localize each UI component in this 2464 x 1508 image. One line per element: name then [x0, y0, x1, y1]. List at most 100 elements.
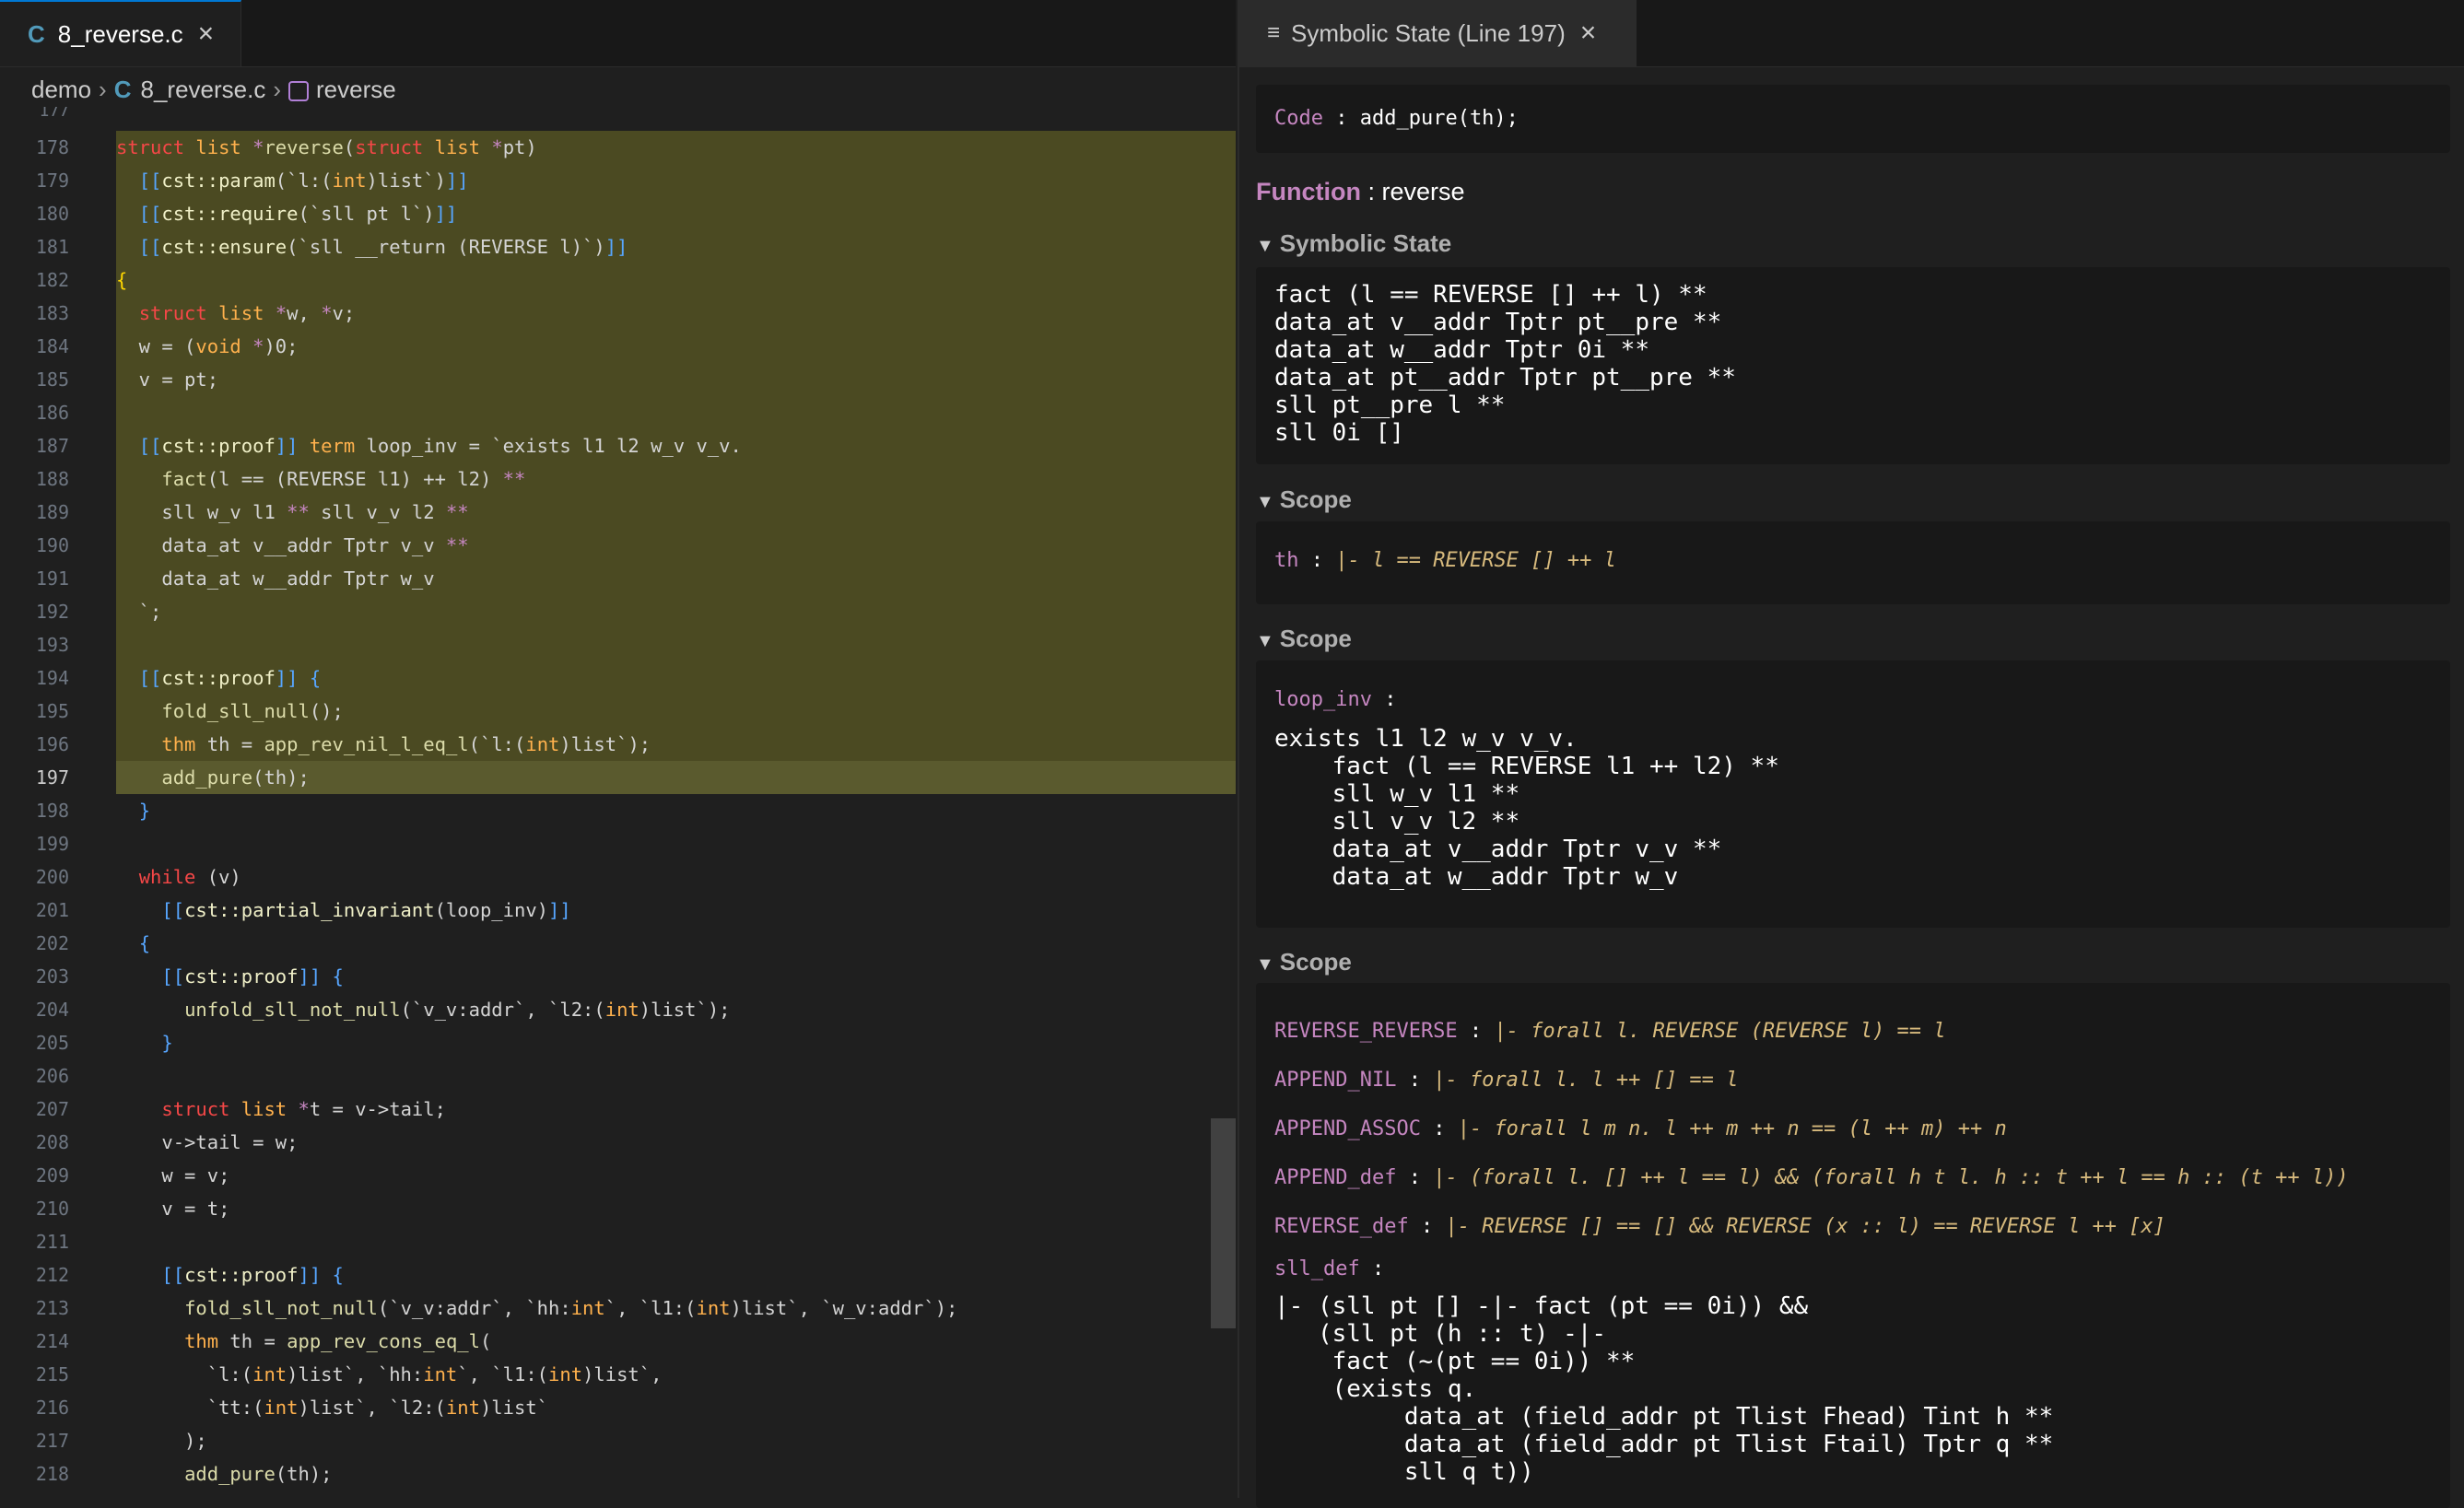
- line-number: 208: [35, 1131, 69, 1153]
- line-number: 183: [35, 302, 69, 324]
- symbolic-state-header[interactable]: ▼ Symbolic State: [1256, 229, 1451, 258]
- breadcrumb-folder[interactable]: demo: [31, 76, 91, 104]
- scope-entry: APPEND_ASSOC : |- forall l m n. l ++ m +…: [1274, 1117, 2007, 1140]
- code-line[interactable]: 195 fold_sll_null();: [0, 695, 1236, 728]
- code-line[interactable]: 218 add_pure(th);: [0, 1457, 1236, 1490]
- scope-entry-value: |- forall l m n. l ++ m ++ n == (l ++ m)…: [1457, 1117, 2007, 1140]
- code-line[interactable]: 207 struct list *t = v->tail;: [0, 1093, 1236, 1126]
- separator: :: [1457, 1020, 1495, 1043]
- code-text: data_at v__addr Tptr v_v **: [116, 534, 469, 556]
- code-line[interactable]: 205 }: [0, 1026, 1236, 1059]
- code-line[interactable]: 193: [0, 628, 1236, 661]
- line-number: 190: [35, 534, 69, 556]
- code-line[interactable]: 204 unfold_sll_not_null(`v_v:addr`, `l2:…: [0, 993, 1236, 1026]
- code-text: }: [161, 1032, 173, 1054]
- code-line[interactable]: 199: [0, 827, 1236, 860]
- code-text: struct list *reverse(struct list *pt): [116, 136, 537, 158]
- code-text: [[cst::proof]] {: [138, 667, 322, 689]
- line-number: 180: [35, 203, 69, 225]
- code-line[interactable]: 191 data_at w__addr Tptr w_v: [0, 562, 1236, 595]
- code-editor[interactable]: 177 178 struct list *reverse(struct list …: [0, 107, 1236, 1498]
- line-number: 194: [35, 667, 69, 689]
- scope-header[interactable]: ▼ Scope: [1256, 948, 1352, 976]
- code-line[interactable]: 185 v = pt;: [0, 363, 1236, 396]
- close-icon[interactable]: ×: [1580, 18, 1597, 49]
- line-number: 217: [35, 1430, 69, 1452]
- line-number: 191: [35, 567, 69, 590]
- scope-entry-value: |- forall l. l ++ [] == l: [1433, 1069, 1739, 1092]
- scope-header[interactable]: ▼ Scope: [1256, 485, 1352, 514]
- code-text: `tt:(int)list`, `l2:(int)list`: [116, 1397, 549, 1419]
- line-number: 197: [35, 766, 69, 789]
- close-icon[interactable]: ×: [198, 18, 215, 50]
- code-line[interactable]: 213 fold_sll_not_null(`v_v:addr`, `hh:in…: [0, 1292, 1236, 1325]
- code-text: fold_sll_null();: [161, 700, 344, 722]
- line-highlight: [116, 628, 1236, 661]
- line-number: 215: [35, 1363, 69, 1385]
- code-line[interactable]: 216 `tt:(int)list`, `l2:(int)list`: [0, 1391, 1236, 1424]
- scrollbar-thumb[interactable]: [1211, 1118, 1236, 1328]
- code-line[interactable]: 211: [0, 1225, 1236, 1258]
- scope-box: loop_inv : exists l1 l2 w_v v_v. fact (l…: [1256, 660, 2450, 928]
- line-number: 210: [35, 1198, 69, 1220]
- editor-group: C 8_reverse.c × demo › C 8_reverse.c › r…: [0, 0, 1236, 1498]
- code-line[interactable]: 201 [[cst::partial_invariant(loop_inv)]]: [0, 894, 1236, 927]
- code-line[interactable]: 215 `l:(int)list`, `hh:int`, `l1:(int)li…: [0, 1358, 1236, 1391]
- code-line[interactable]: 208 v->tail = w;: [0, 1126, 1236, 1159]
- code-line[interactable]: 217 );: [0, 1424, 1236, 1457]
- scope-header[interactable]: ▼ Scope: [1256, 625, 1352, 653]
- code-line[interactable]: 194 [[cst::proof]] {: [0, 661, 1236, 695]
- code-line[interactable]: 212 [[cst::proof]] {: [0, 1258, 1236, 1292]
- code-line[interactable]: 197 add_pure(th);: [0, 761, 1236, 794]
- line-number: 196: [35, 733, 69, 755]
- tab-symbolic-state[interactable]: ≡ Symbolic State (Line 197) ×: [1239, 0, 1637, 66]
- code-line[interactable]: 183 struct list *w, *v;: [0, 297, 1236, 330]
- code-line[interactable]: 186: [0, 396, 1236, 429]
- line-number: 192: [35, 601, 69, 623]
- scope-entry: th : |- l == REVERSE [] ++ l: [1274, 549, 1616, 572]
- code-line[interactable]: 190 data_at v__addr Tptr v_v **: [0, 529, 1236, 562]
- line-number: 205: [35, 1032, 69, 1054]
- separator: :: [1396, 1166, 1434, 1189]
- line-number: 193: [35, 634, 69, 656]
- code-line[interactable]: 203 [[cst::proof]] {: [0, 960, 1236, 993]
- breadcrumb-file[interactable]: 8_reverse.c: [141, 76, 266, 104]
- code-line[interactable]: 179 [[cst::param(`l:(int)list`)]]: [0, 164, 1236, 197]
- function-title: Function : reverse: [1256, 178, 1465, 205]
- c-file-icon: C: [28, 19, 45, 48]
- code-text: [[cst::ensure(`sll __return (REVERSE l)`…: [138, 236, 628, 258]
- code-line[interactable]: 210 v = t;: [0, 1192, 1236, 1225]
- line-highlight: [116, 396, 1236, 429]
- code-line[interactable]: 178 struct list *reverse(struct list *pt): [0, 131, 1236, 164]
- breadcrumb-symbol[interactable]: reverse: [316, 76, 396, 104]
- code-line[interactable]: 202 {: [0, 927, 1236, 960]
- code-text: w = v;: [116, 1164, 230, 1187]
- triangle-down-icon: ▼: [1256, 236, 1274, 256]
- code-line[interactable]: 187 [[cst::proof]] term loop_inv = `exis…: [0, 429, 1236, 462]
- code-line[interactable]: 214 thm th = app_rev_cons_eq_l(: [0, 1325, 1236, 1358]
- code-line[interactable]: 184 w = (void *)0;: [0, 330, 1236, 363]
- code-line[interactable]: 200 while (v): [0, 860, 1236, 894]
- code-line[interactable]: 198 }: [0, 794, 1236, 827]
- triangle-down-icon: ▼: [1256, 492, 1274, 512]
- scope-entry-name: sll_def :: [1274, 1257, 1385, 1280]
- line-number: 184: [35, 335, 69, 357]
- scope-entry-name: loop_inv :: [1274, 688, 1397, 711]
- code-line[interactable]: 196 thm th = app_rev_nil_l_eq_l(`l:(int)…: [0, 728, 1236, 761]
- code-text: data_at w__addr Tptr w_v: [116, 567, 435, 590]
- scope-entry-value: |- forall l. REVERSE (REVERSE l) == l: [1494, 1020, 1946, 1043]
- code-line[interactable]: 189 sll w_v l1 ** sll v_v l2 **: [0, 496, 1236, 529]
- scope-entry-value: |- (forall l. [] ++ l == l) && (forall h…: [1433, 1166, 2349, 1189]
- chevron-right-icon: ›: [99, 75, 107, 103]
- tab-8-reverse-c[interactable]: C 8_reverse.c ×: [0, 0, 241, 66]
- code-line[interactable]: 206: [0, 1059, 1236, 1093]
- code-line[interactable]: 192 `;: [0, 595, 1236, 628]
- code-line[interactable]: 182 {: [0, 263, 1236, 297]
- code-line[interactable]: 180 [[cst::require(`sll pt l`)]]: [0, 197, 1236, 230]
- code-text: add_pure(th);: [184, 1463, 333, 1485]
- line-number: 200: [35, 866, 69, 888]
- code-line[interactable]: 181 [[cst::ensure(`sll __return (REVERSE…: [0, 230, 1236, 263]
- code-text: {: [116, 269, 128, 291]
- code-line[interactable]: 188 fact(l == (REVERSE l1) ++ l2) **: [0, 462, 1236, 496]
- code-line[interactable]: 209 w = v;: [0, 1159, 1236, 1192]
